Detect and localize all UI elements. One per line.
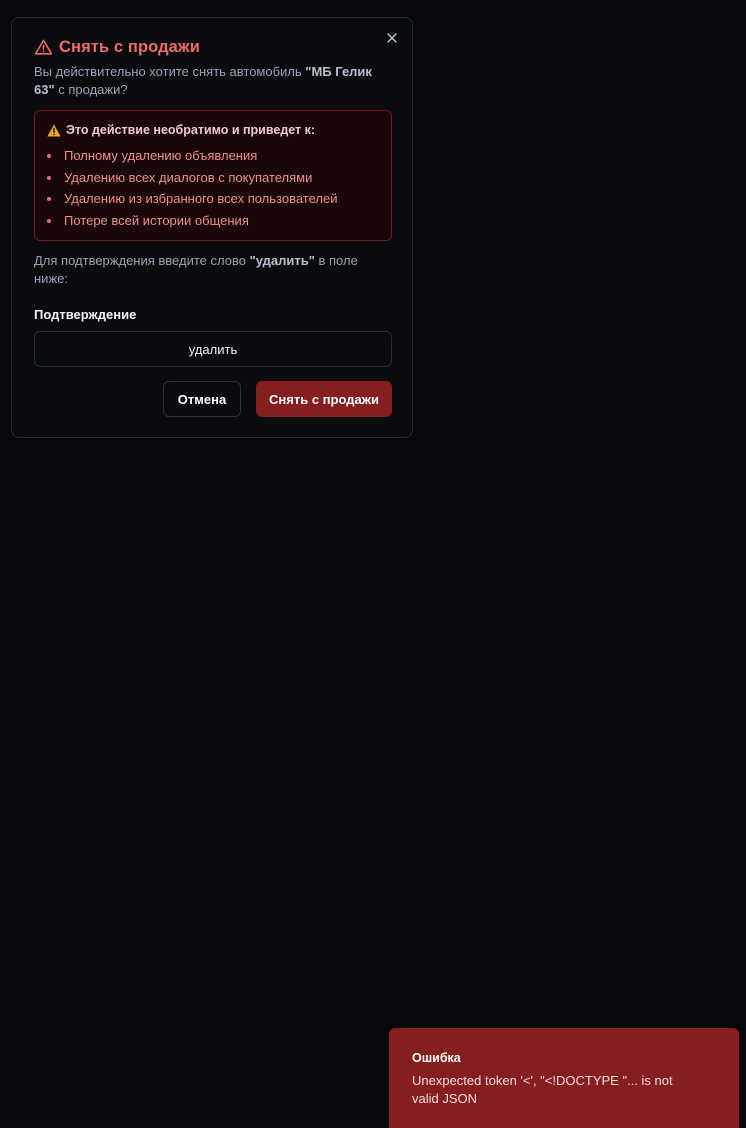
bullet <box>47 154 51 158</box>
warning-list-item: Удалению всех диалогов с покупателями <box>47 169 337 191</box>
cancel-button[interactable]: Отмена <box>163 381 241 417</box>
page: Снять с продажи Вы действительно хотите … <box>0 0 746 1128</box>
toast-title: Ошибка <box>412 1051 461 1065</box>
bullet <box>47 219 51 224</box>
confirm-word: "удалить" <box>249 253 315 268</box>
dialog-title: Снять с продажи <box>59 38 200 56</box>
dialog-description: Вы действительно хотите снять автомобиль… <box>34 63 394 99</box>
warning-box: Это действие необратимо и приведет к: По… <box>34 110 392 241</box>
close-icon <box>387 33 397 43</box>
description-prefix: Вы действительно хотите снять автомобиль <box>34 64 306 79</box>
confirm-input[interactable] <box>34 331 392 367</box>
bullet <box>47 175 51 180</box>
warning-triangle-icon <box>47 124 61 136</box>
warning-item-text: Удалению из избранного всех пользователе… <box>64 191 338 207</box>
warning-item-text: Полному удалению объявления <box>64 148 258 163</box>
warning-list-item: Удалению из избранного всех пользователе… <box>47 190 337 212</box>
dialog-header: Снять с продажи <box>34 38 200 57</box>
warning-list-item: Полному удалению объявления <box>47 147 337 169</box>
alert-triangle-icon <box>34 39 53 55</box>
description-suffix: с продажи? <box>54 82 128 97</box>
remove-from-sale-button[interactable]: Снять с продажи <box>256 381 392 417</box>
warning-item-text: Удалению всех диалогов с покупателями <box>64 169 313 185</box>
confirm-field-label: Подтверждение <box>34 307 137 322</box>
toast-message: Unexpected token '<', "<!DOCTYPE "... is… <box>412 1073 673 1106</box>
confirm-hint-prefix: Для подтверждения введите слово <box>34 253 250 268</box>
confirm-hint: Для подтверждения введите слово "удалить… <box>34 252 384 288</box>
warning-heading: Это действие необратимо и приведет к: <box>66 123 316 137</box>
warning-item-text: Потере всей истории общения <box>64 213 249 229</box>
close-button[interactable] <box>384 30 400 46</box>
error-toast[interactable]: Ошибка Unexpected token '<', "<!DOCTYPE … <box>389 1028 739 1128</box>
warning-list-item: Потере всей истории общения <box>47 212 337 234</box>
warning-heading-row: Это действие необратимо и приведет к: <box>47 123 315 137</box>
remove-from-sale-dialog: Снять с продажи Вы действительно хотите … <box>11 17 413 438</box>
bullet <box>47 197 51 202</box>
warning-list: Полному удалению объявления Удалению все… <box>47 147 337 234</box>
